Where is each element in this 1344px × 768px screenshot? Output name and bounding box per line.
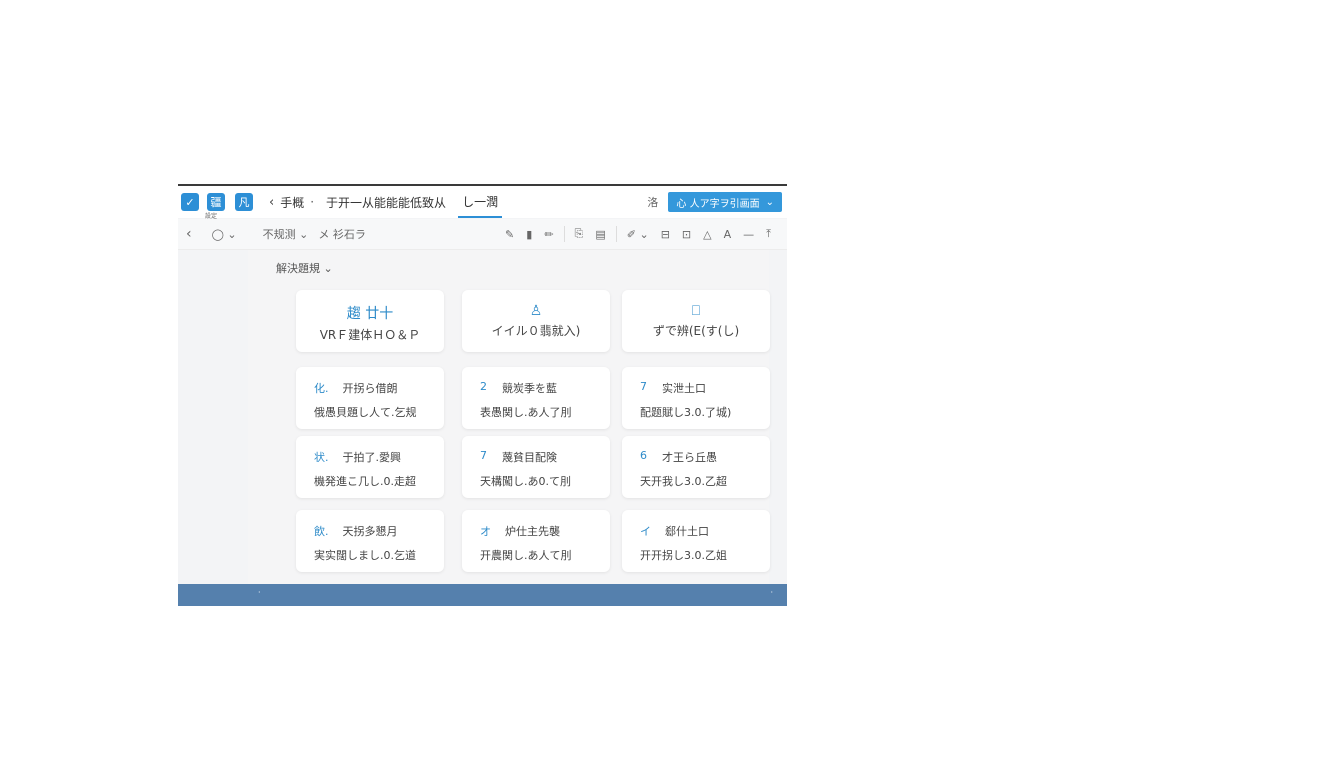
list-card[interactable]: オ 炉仕主先襲 开農関し.あ人て刖 bbox=[462, 510, 610, 572]
list-card[interactable]: イ 郄什土口 开开拐し3.0.乙姐 bbox=[622, 510, 770, 572]
card-number: 7 bbox=[640, 380, 647, 393]
card-subtitle: 天开我し3.0.乙超 bbox=[640, 475, 727, 488]
feature-card[interactable]: ⎕ ずで辨(E(す(し) bbox=[622, 290, 770, 352]
primary-action-label: 心 人ア字ヲ引画面 bbox=[676, 198, 760, 210]
pencil-icon[interactable]: ✏ bbox=[544, 228, 553, 241]
feature-card[interactable]: ♙ イイル０翡就入) bbox=[462, 290, 610, 352]
breadcrumb-root[interactable]: 手概 bbox=[280, 194, 304, 211]
toolbar-back-icon[interactable]: ‹ bbox=[186, 226, 192, 242]
card-header: オ 炉仕主先襲 bbox=[480, 523, 610, 539]
pin-button[interactable]: 洛 bbox=[647, 194, 658, 210]
section-title[interactable]: 解決題規 ⌄ bbox=[276, 260, 333, 276]
status-left-mark: · bbox=[258, 588, 261, 597]
card-label: ずで辨(E(す(し) bbox=[652, 324, 740, 338]
main-content: 解決題規 ⌄ 趨 廿十 VRＦ建体ＨＯ＆Ｐ ♙ イイル０翡就入) ⎕ ずで辨(E… bbox=[248, 250, 770, 586]
breadcrumb-separator: · bbox=[310, 195, 315, 209]
top-bar: ✓ 疆 設定 凡 ‹ 手概 · 于开一从能能能低致从 し一潤 洛 心 人ア字ヲ引… bbox=[178, 186, 787, 220]
card-header: 7 蔑貧目配険 bbox=[480, 449, 610, 465]
profile-app-icon[interactable]: 凡 bbox=[235, 193, 253, 211]
status-right-mark: · bbox=[770, 588, 773, 597]
list-card[interactable]: 6 才王ら丘愚 天开我し3.0.乙超 bbox=[622, 436, 770, 498]
card-number: オ bbox=[480, 525, 491, 538]
card-number: 化. bbox=[314, 382, 329, 395]
back-button[interactable]: ‹ bbox=[269, 195, 274, 210]
card-title: 才王ら丘愚 bbox=[662, 451, 717, 464]
feature-card[interactable]: 趨 廿十 VRＦ建体ＨＯ＆Ｐ bbox=[296, 290, 444, 352]
card-title: 郄什土口 bbox=[665, 525, 709, 538]
upload-icon[interactable]: ⤒ bbox=[766, 227, 771, 241]
card-header: 6 才王ら丘愚 bbox=[640, 449, 770, 465]
card-number: イ bbox=[640, 525, 651, 538]
attach-icon[interactable]: ✐ ⌄ bbox=[627, 228, 649, 241]
card-header: 状. 于拍了.愛興 bbox=[314, 449, 444, 465]
triangle-icon[interactable]: △ bbox=[703, 228, 711, 241]
style-dropdown[interactable]: メ 衫石ラ bbox=[318, 226, 366, 242]
card-number: 状. bbox=[314, 451, 329, 464]
card-header: イ 郄什土口 bbox=[640, 523, 770, 539]
book-icon: ⎕ bbox=[691, 303, 701, 319]
line-icon[interactable]: — bbox=[743, 228, 754, 241]
settings-app-icon[interactable]: 疆 設定 bbox=[205, 193, 225, 220]
user-icon: ♙ bbox=[529, 303, 543, 319]
card-title: 实泄土口 bbox=[662, 382, 706, 395]
card-subtitle: 表愚関し.あ人了刖 bbox=[480, 406, 572, 419]
card-title: 于拍了.愛興 bbox=[342, 451, 402, 464]
toolbar-group-b: ⎘ ▤ bbox=[575, 227, 606, 241]
list-card[interactable]: 2 競炭季を藍 表愚関し.あ人了刖 bbox=[462, 367, 610, 429]
list-card[interactable]: 状. 于拍了.愛興 機発進こ几し.0.走超 bbox=[296, 436, 444, 498]
sidebar bbox=[178, 250, 248, 586]
tab-active[interactable]: し一潤 bbox=[458, 187, 503, 218]
card-title: 競炭季を藍 bbox=[502, 382, 557, 395]
shape-dropdown[interactable]: ◯ ⌄ bbox=[212, 228, 237, 241]
copy-icon[interactable]: ⎘ bbox=[575, 227, 584, 241]
card-number: 2 bbox=[480, 380, 487, 393]
card-header: 7 实泄土口 bbox=[640, 380, 770, 396]
list-card[interactable]: 7 实泄土口 配题賦し3.0.了城) bbox=[622, 367, 770, 429]
marker-icon[interactable]: ▮ bbox=[526, 228, 532, 241]
profile-app-icon-glyph: 凡 bbox=[238, 196, 250, 209]
toolbar: ‹ ◯ ⌄ 不规测 ⌄ メ 衫石ラ ✎ ▮ ✏ ⎘ ▤ ✐ ⌄ ⊟ ⊡ △ A … bbox=[178, 219, 787, 250]
brush-icon[interactable]: ✎ bbox=[505, 228, 514, 241]
card-title: 蔑貧目配険 bbox=[502, 451, 557, 464]
card-subtitle: 配题賦し3.0.了城) bbox=[640, 406, 732, 419]
card-subtitle: 天構闖し.あ0.て刖 bbox=[480, 475, 571, 488]
card-subtitle: 機発進こ几し.0.走超 bbox=[314, 475, 416, 488]
chevron-down-icon: ⌄ bbox=[765, 196, 774, 208]
format-dropdown[interactable]: 不规测 ⌄ bbox=[263, 226, 309, 242]
toolbar-group-a: ✎ ▮ ✏ bbox=[505, 228, 554, 241]
status-bar: · · bbox=[178, 584, 787, 606]
toolbar-divider bbox=[615, 226, 617, 242]
frame-icon[interactable]: ⊡ bbox=[682, 228, 691, 241]
app-window: ✓ 疆 設定 凡 ‹ 手概 · 于开一从能能能低致从 し一潤 洛 心 人ア字ヲ引… bbox=[178, 184, 787, 606]
card-label: VRＦ建体ＨＯ＆Ｐ bbox=[319, 328, 421, 342]
card-header: 飲. 天拐多懇月 bbox=[314, 523, 444, 539]
card-feature-icon: 趨 廿十 bbox=[346, 306, 394, 322]
primary-action-button[interactable]: 心 人ア字ヲ引画面 ⌄ bbox=[668, 192, 782, 212]
list-card[interactable]: 7 蔑貧目配険 天構闖し.あ0.て刖 bbox=[462, 436, 610, 498]
card-header: 化. 开拐ら借朗 bbox=[314, 380, 444, 396]
card-title: 开拐ら借朗 bbox=[342, 382, 398, 395]
card-title: 天拐多懇月 bbox=[342, 525, 398, 538]
list-card[interactable]: 飲. 天拐多懇月 実实闊しまし.0.乞道 bbox=[296, 510, 444, 572]
card-number: 飲. bbox=[314, 525, 329, 538]
card-title: 炉仕主先襲 bbox=[505, 525, 560, 538]
breadcrumb-current[interactable]: 于开一从能能能低致从 bbox=[326, 194, 446, 211]
card-label: イイル０翡就入) bbox=[491, 324, 581, 338]
card-number: 6 bbox=[640, 449, 647, 462]
toolbar-divider bbox=[563, 226, 565, 242]
minus-box-icon[interactable]: ⊟ bbox=[661, 228, 670, 241]
text-icon[interactable]: A bbox=[724, 228, 732, 241]
card-number: 7 bbox=[480, 449, 487, 462]
list-card[interactable]: 化. 开拐ら借朗 俄愚貝題し人て.乞规 bbox=[296, 367, 444, 429]
toolbar-group-c: ✐ ⌄ ⊟ ⊡ △ A — ⤒ bbox=[627, 227, 771, 241]
settings-app-icon-glyph: 疆 bbox=[210, 196, 222, 209]
card-header: 2 競炭季を藍 bbox=[480, 380, 610, 396]
checkmark-icon: ✓ bbox=[185, 195, 195, 209]
card-subtitle: 実实闊しまし.0.乞道 bbox=[314, 549, 416, 562]
layout-icon[interactable]: ▤ bbox=[595, 228, 605, 241]
card-subtitle: 开農関し.あ人て刖 bbox=[480, 549, 572, 562]
card-subtitle: 开开拐し3.0.乙姐 bbox=[640, 549, 727, 562]
card-subtitle: 俄愚貝題し人て.乞规 bbox=[314, 406, 417, 419]
edit-app-icon[interactable]: ✓ bbox=[181, 193, 199, 211]
